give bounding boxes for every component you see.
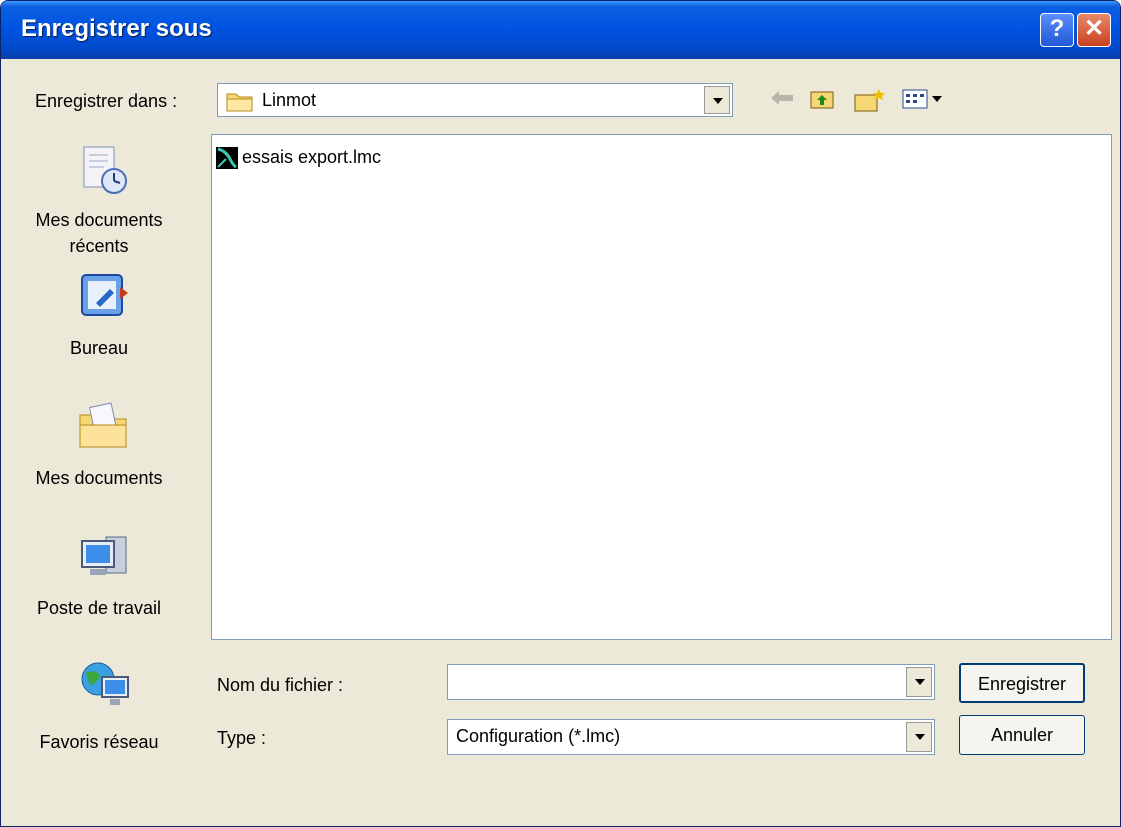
new-folder-icon[interactable] bbox=[853, 87, 885, 118]
file-name: essais export.lmc bbox=[242, 147, 382, 167]
filename-combo[interactable] bbox=[447, 664, 935, 700]
save-button[interactable]: Enregistrer bbox=[959, 663, 1085, 703]
filename-label: Nom du fichier : bbox=[217, 675, 344, 695]
place-my-computer[interactable]: Poste de travail bbox=[1, 523, 197, 633]
place-my-documents-label: Mes documents bbox=[35, 468, 163, 488]
my-computer-icon bbox=[76, 527, 128, 579]
filename-input[interactable] bbox=[452, 669, 896, 695]
type-value: Configuration (*.lmc) bbox=[456, 726, 621, 746]
lookin-value: Linmot bbox=[262, 90, 317, 110]
type-combo[interactable]: Configuration (*.lmc) bbox=[447, 719, 935, 755]
lmc-file-icon bbox=[216, 147, 238, 169]
folder-icon bbox=[226, 90, 254, 117]
back-icon[interactable] bbox=[767, 87, 797, 114]
close-button[interactable]: ✕ bbox=[1077, 13, 1111, 47]
network-places-icon bbox=[76, 655, 129, 707]
desktop-icon bbox=[76, 269, 128, 321]
filename-dropdown-arrow[interactable] bbox=[906, 667, 932, 697]
recent-documents-icon bbox=[76, 141, 128, 194]
help-button[interactable]: ? bbox=[1040, 13, 1074, 47]
place-recent-documents-label: Mes documents récents bbox=[35, 210, 163, 256]
title-bar[interactable]: Enregistrer sous ? ✕ bbox=[1, 1, 1120, 59]
lookin-dropdown-arrow[interactable] bbox=[704, 86, 730, 114]
place-desktop[interactable]: Bureau bbox=[1, 269, 197, 369]
my-documents-icon bbox=[76, 397, 128, 449]
place-desktop-label: Bureau bbox=[69, 338, 129, 358]
place-my-computer-label: Poste de travail bbox=[36, 598, 162, 618]
lookin-label: Enregistrer dans : bbox=[35, 91, 178, 111]
places-bar: Mes documents récents Bureau Mes documen… bbox=[1, 131, 197, 771]
type-label: Type : bbox=[217, 728, 267, 748]
place-my-documents[interactable]: Mes documents bbox=[1, 393, 197, 503]
place-network-label: Favoris réseau bbox=[39, 732, 159, 752]
place-recent-documents[interactable]: Mes documents récents bbox=[1, 131, 197, 261]
views-icon[interactable] bbox=[901, 87, 943, 116]
up-folder-icon[interactable] bbox=[809, 87, 837, 116]
lookin-combo[interactable]: Linmot bbox=[217, 83, 733, 117]
place-network[interactable]: Favoris réseau bbox=[1, 651, 197, 761]
save-as-dialog: Enregistrer sous ? ✕ Enregistrer dans : … bbox=[0, 0, 1121, 827]
type-dropdown-arrow[interactable] bbox=[906, 722, 932, 752]
file-list[interactable]: essais export.lmc bbox=[211, 134, 1112, 640]
dialog-title: Enregistrer sous bbox=[21, 15, 212, 42]
cancel-button[interactable]: Annuler bbox=[959, 715, 1085, 755]
